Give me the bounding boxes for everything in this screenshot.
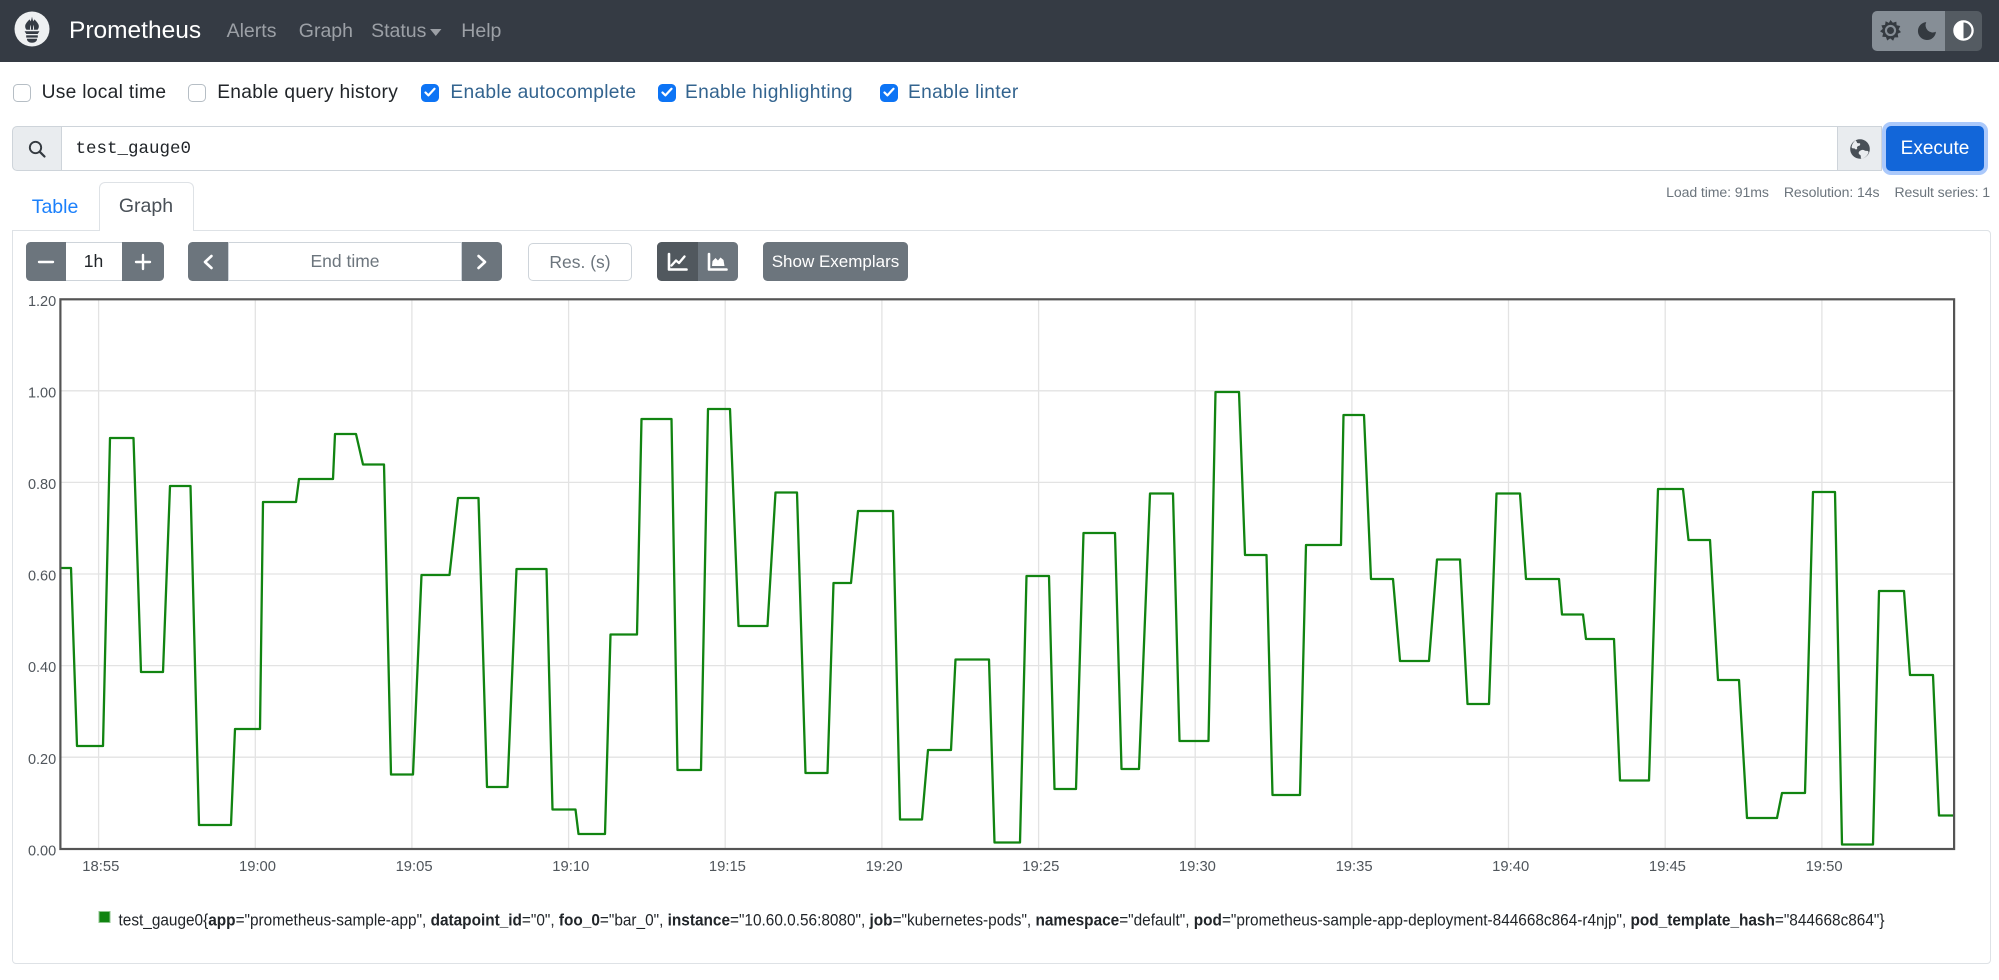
svg-text:19:30: 19:30 (1179, 859, 1216, 875)
svg-text:0.40: 0.40 (28, 660, 56, 676)
svg-text:19:15: 19:15 (709, 859, 746, 875)
svg-text:1.00: 1.00 (28, 385, 56, 401)
svg-text:19:20: 19:20 (866, 859, 903, 875)
svg-text:19:25: 19:25 (1022, 859, 1059, 875)
svg-text:0.60: 0.60 (28, 569, 56, 585)
svg-text:19:40: 19:40 (1492, 859, 1529, 875)
svg-text:19:35: 19:35 (1336, 859, 1373, 875)
svg-text:19:10: 19:10 (552, 859, 589, 875)
svg-text:0.20: 0.20 (28, 752, 56, 768)
svg-text:19:00: 19:00 (239, 859, 276, 875)
svg-text:0.80: 0.80 (28, 477, 56, 493)
svg-text:0.00: 0.00 (28, 843, 56, 859)
svg-text:test_gauge0{app="prometheus-sa: test_gauge0{app="prometheus-sample-app",… (119, 911, 1885, 930)
svg-text:19:50: 19:50 (1806, 859, 1843, 875)
svg-text:18:55: 18:55 (82, 859, 119, 875)
svg-text:19:45: 19:45 (1649, 859, 1686, 875)
svg-text:19:05: 19:05 (396, 859, 433, 875)
svg-text:1.20: 1.20 (28, 294, 56, 310)
